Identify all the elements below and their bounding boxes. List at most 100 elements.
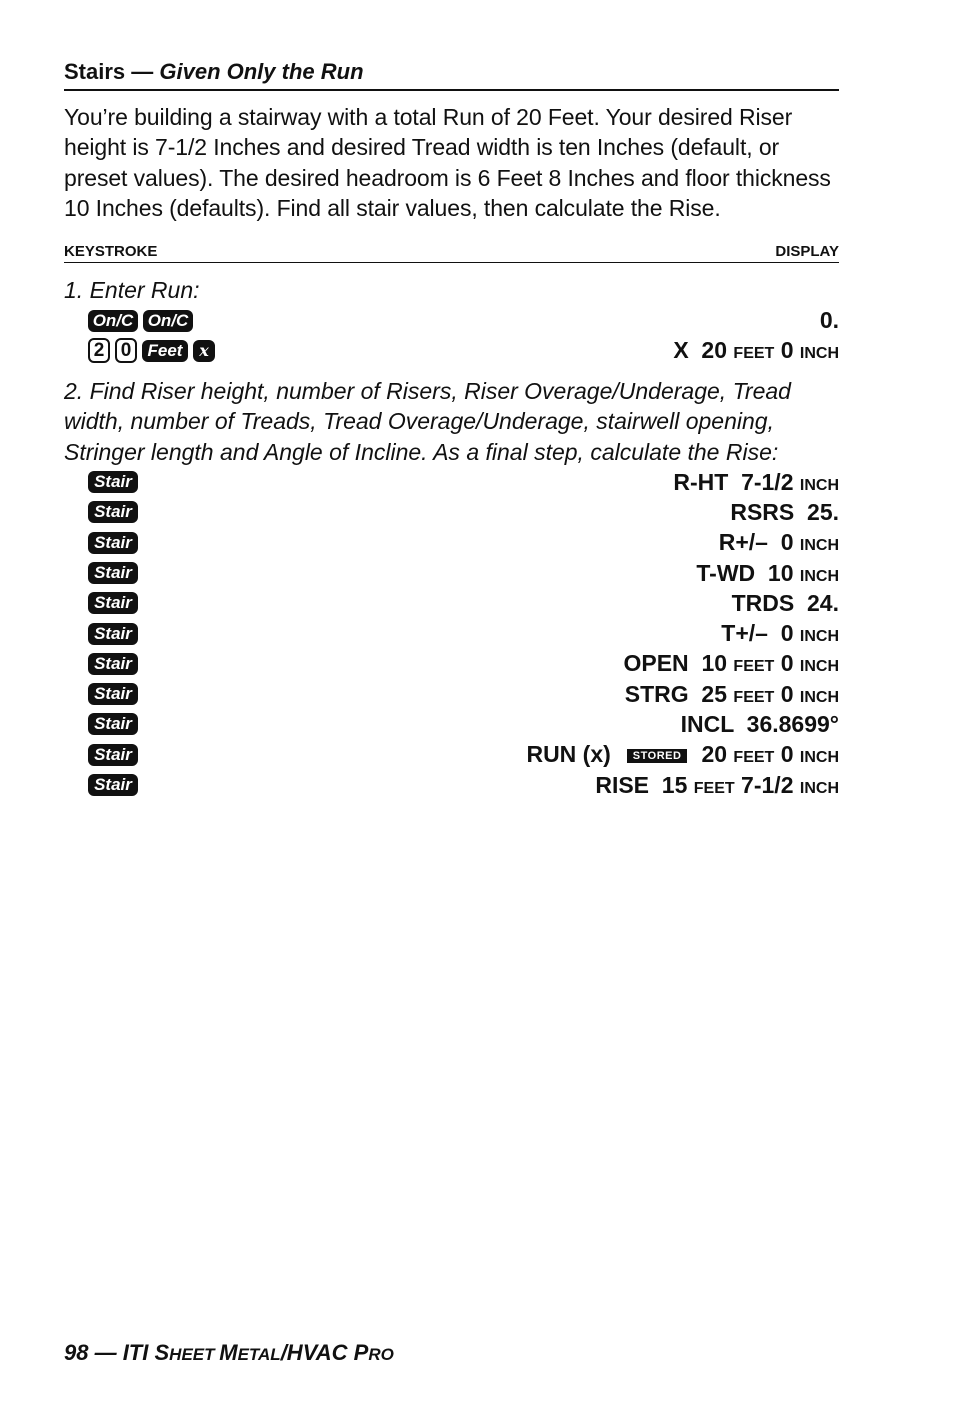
stair-row: Stair RUN (x) STORED 20 FEET 0 INCH [64, 740, 839, 770]
footer-text: P [353, 1340, 369, 1365]
display-main: 0 [774, 680, 800, 707]
display-main: 20 [701, 741, 734, 768]
display-header: DISPLAY [775, 243, 839, 261]
display-unit: INCH [799, 345, 839, 363]
display-unit: INCH [799, 537, 839, 555]
display-value: TRDS 24. [732, 590, 839, 617]
stair-key[interactable]: Stair [88, 683, 138, 706]
stair-key[interactable]: Stair [88, 743, 138, 766]
stair-key[interactable]: Stair [88, 774, 138, 797]
manual-page: Stairs — Given Only the Run You’re build… [64, 58, 839, 800]
display-main: STRG 25 [624, 680, 734, 707]
display-main: R+/– 0 [718, 529, 800, 556]
display-value: X 20 FEET 0 INCH [673, 337, 839, 364]
stair-row: Stair T+/– 0 INCH [64, 618, 839, 648]
footer-text: S [154, 1340, 170, 1365]
display-unit: INCH [799, 779, 839, 797]
display-main: INCL 36.8699° [680, 710, 839, 737]
section-title-subtitle: Given Only the Run [159, 59, 364, 84]
stair-row: Stair TRDS 24. [64, 588, 839, 618]
stair-key[interactable]: Stair [88, 622, 138, 645]
display-main: X 20 [673, 337, 734, 364]
stair-key[interactable]: Stair [88, 501, 138, 524]
display-main: T+/– 0 [721, 620, 800, 647]
display-main: 7-1/2 [734, 771, 800, 798]
digit-2-key[interactable]: 2 [88, 338, 110, 364]
stair-key[interactable]: Stair [88, 562, 138, 584]
stair-key[interactable]: Stair [88, 713, 138, 736]
section-title-main: Stairs — [64, 59, 160, 84]
display-label: RUN (x) [526, 741, 611, 768]
stair-row: Stair R-HT 7-1/2 INCH [64, 467, 839, 497]
footer-text: M [219, 1340, 238, 1365]
stair-key[interactable]: Stair [88, 471, 138, 494]
display-unit: INCH [799, 476, 839, 494]
display-main: 0 [774, 337, 800, 364]
step1-label: 1. Enter Run: [64, 277, 200, 304]
keystroke-sequence: Stair [64, 622, 138, 645]
keystroke-sequence: Stair [64, 652, 138, 675]
display-unit: INCH [799, 749, 839, 767]
footer-text: RO [368, 1345, 394, 1364]
page-footer: 98 — ITI SHEET METAL/HVAC PRO [64, 1340, 394, 1366]
display-value: R-HT 7-1/2 INCH [673, 469, 839, 496]
keystroke-sequence: Stair [64, 501, 138, 524]
step1-row: On/C On/C 0. [64, 305, 839, 335]
display-main: RSRS 25. [730, 498, 839, 525]
display-main: 0 [774, 741, 800, 768]
column-header: KEYSTROKE DISPLAY [64, 243, 839, 264]
digit-0-key[interactable]: 0 [115, 338, 137, 364]
display-value: RSRS 25. [730, 499, 839, 526]
display-main: RISE 15 [595, 771, 694, 798]
intro-paragraph: You’re building a stairway with a total … [64, 104, 831, 221]
footer-text: /HVAC [280, 1340, 354, 1365]
display-value: INCL 36.8699° [681, 711, 839, 738]
section-title: Stairs — Given Only the Run [64, 58, 839, 91]
display-unit: INCH [799, 567, 839, 585]
display-value: RISE 15 FEET 7-1/2 INCH [595, 772, 839, 799]
stair-row: Stair RSRS 25. [64, 497, 839, 527]
footer-page: 98 — ITI [64, 1340, 155, 1365]
stair-key[interactable]: Stair [88, 531, 138, 554]
display-unit: FEET [733, 749, 775, 767]
stair-row: Stair R+/– 0 INCH [64, 528, 839, 558]
display-value: T+/– 0 INCH [721, 620, 839, 647]
stored-badge: STORED [626, 749, 688, 764]
display-unit: FEET [733, 345, 775, 363]
display-value: T-WD 10 INCH [696, 560, 839, 587]
on-c-key[interactable]: On/C [88, 309, 138, 332]
display-unit: FEET [693, 779, 735, 797]
display-main: R-HT 7-1/2 [673, 468, 800, 495]
keystroke-sequence: Stair [64, 531, 138, 554]
footer-text: HEET [169, 1345, 220, 1364]
x-key[interactable]: x [193, 339, 215, 362]
display-value: STRG 25 FEET 0 INCH [625, 681, 839, 708]
step2-label: 2. Find Riser height, number of Risers, … [64, 378, 791, 465]
display-main: TRDS 24. [731, 589, 839, 616]
display-main: 0 [774, 650, 800, 677]
stair-row: Stair STRG 25 FEET 0 INCH [64, 679, 839, 709]
keystroke-sequence: Stair [64, 592, 138, 615]
on-c-key[interactable]: On/C [143, 309, 193, 332]
keystroke-sequence: Stair [64, 562, 138, 584]
display-unit: FEET [733, 688, 775, 706]
stair-key[interactable]: Stair [88, 652, 138, 675]
keystroke-sequence: Stair [64, 713, 138, 736]
display-value: 0. [819, 307, 839, 334]
keystroke-header: KEYSTROKE [64, 243, 158, 261]
stair-rows: Stair R-HT 7-1/2 INCH Stair RSRS 25. Stair R+… [64, 467, 839, 800]
stair-row: Stair INCL 36.8699° [64, 709, 839, 739]
stair-row: Stair RISE 15 FEET 7-1/2 INCH [64, 770, 839, 800]
keystroke-sequence: Stair [64, 774, 138, 797]
stair-key[interactable]: Stair [88, 592, 138, 615]
display-main: OPEN 10 [623, 650, 734, 677]
display-unit: INCH [799, 688, 839, 706]
keystroke-sequence: Stair [64, 743, 138, 766]
stair-row: Stair OPEN 10 FEET 0 INCH [64, 649, 839, 679]
step1-row: 2 0 Feet x X 20 FEET 0 INCH [64, 336, 839, 366]
display-unit: INCH [799, 628, 839, 646]
feet-key[interactable]: Feet [142, 339, 188, 362]
footer-text: ETAL [237, 1345, 281, 1364]
keystroke-sequence: 2 0 Feet x [64, 338, 215, 364]
keystroke-sequence: Stair [64, 471, 138, 494]
